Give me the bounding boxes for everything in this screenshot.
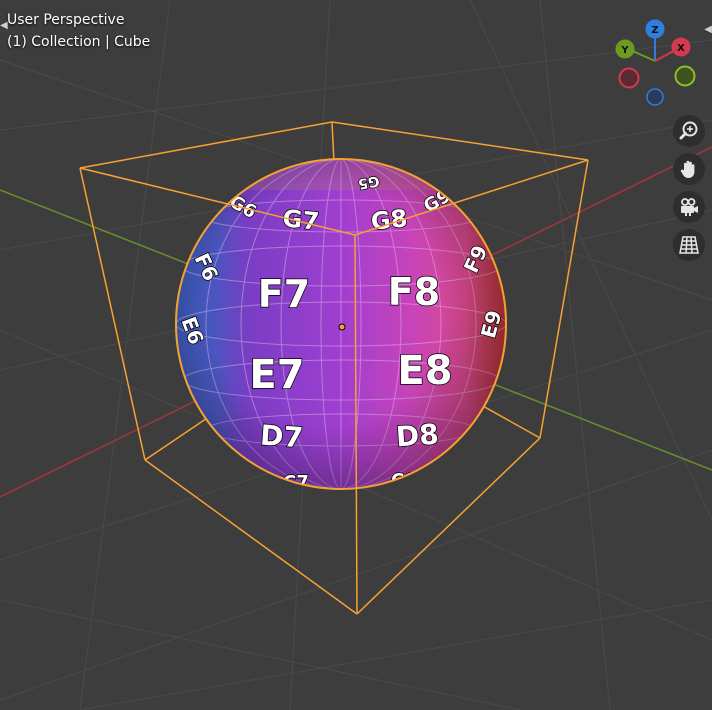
scene-canvas[interactable]: G7 G8 G6 G9 F7 F8 F6 F9 E7 E8 E6 E9 D7 D… [0,0,712,710]
svg-text:X: X [677,43,685,54]
gizmo-axis-z[interactable]: Z [645,19,665,39]
label-e8: E8 [397,348,452,394]
3d-viewport[interactable]: G7 G8 G6 G9 F7 F8 F6 F9 E7 E8 E6 E9 D7 D… [0,0,712,710]
label-f8: F8 [388,270,440,314]
navigation-gizmo[interactable]: Y X Z [608,16,704,112]
gizmo-axis-x[interactable]: X [671,37,691,57]
label-f7: F7 [258,272,310,316]
label-g7: G7 [281,204,320,236]
grid-icon [679,236,699,254]
gizmo-axis-neg-y[interactable] [674,65,696,87]
camera-view-button[interactable] [673,191,705,223]
object-info-label: (1) Collection | Cube [7,34,151,50]
right-panel-arrow-icon[interactable]: ◀ [704,24,712,35]
camera-icon [681,198,698,216]
label-d7: D7 [259,419,304,455]
ortho-toggle-button[interactable] [673,229,705,261]
gizmo-axis-y[interactable]: Y [615,39,635,59]
gizmo-axis-neg-x[interactable] [618,67,640,89]
zoom-in-icon [679,121,698,140]
object-origin [338,323,346,331]
label-d8: D8 [395,418,440,454]
view-name-label: User Perspective [7,12,125,28]
hand-icon [680,160,695,178]
svg-text:Z: Z [651,25,658,36]
zoom-button[interactable] [673,115,705,147]
gizmo-axis-neg-z[interactable] [646,88,664,106]
pan-button[interactable] [673,153,705,185]
svg-text:Y: Y [620,45,629,56]
label-e7: E7 [249,352,304,398]
